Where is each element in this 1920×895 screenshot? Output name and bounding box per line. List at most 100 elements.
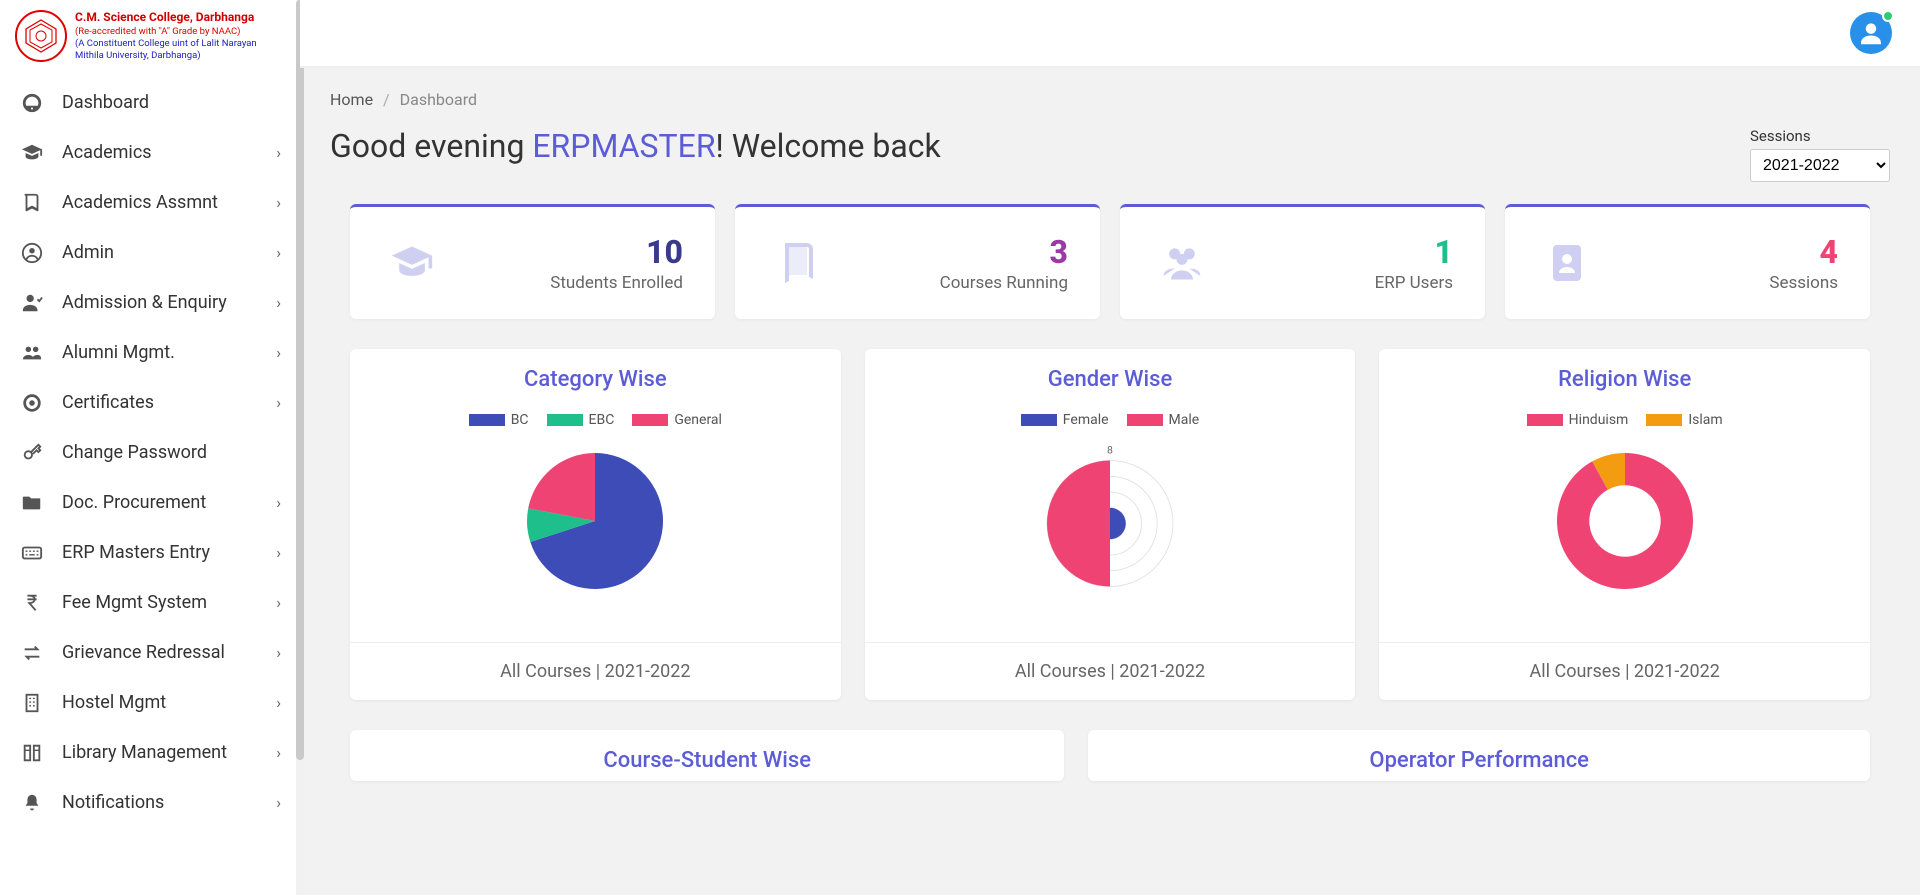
sidebar-item-certificates[interactable]: Certificates › [0,378,299,428]
legend-label: Female [1063,412,1109,428]
legend-swatch [469,414,505,426]
chart-card-category: Category WiseBCEBCGeneralAll Courses | 2… [350,349,841,700]
chevron-right-icon: › [276,743,281,762]
operator-performance-title: Operator Performance [1088,730,1870,781]
chart-body: BC EBC General [350,402,841,642]
chart-footer: All Courses | 2021-2022 [1379,642,1870,700]
folder-icon [20,492,44,514]
address-book-icon [1537,238,1597,288]
legend-item: General [632,412,722,428]
course-student-title: Course-Student Wise [350,730,1064,781]
sidebar-item-label: Certificates [62,392,154,413]
library-icon [20,742,44,764]
sessions-select[interactable]: 2021-2022 [1750,149,1890,182]
chevron-right-icon: › [276,143,281,162]
legend-item: Islam [1646,412,1722,428]
legend-item: BC [469,412,529,428]
sidebar-item-label: Dashboard [62,92,149,113]
sidebar-item-label: Change Password [62,442,207,463]
college-accreditation: (Re-accredited with "A" Grade by NAAC) [75,26,257,38]
chevron-right-icon: › [276,193,281,212]
sidebar-item-library-management[interactable]: Library Management› [0,728,299,778]
greeting-text: Good evening ERPMASTER! Welcome back [330,127,941,165]
greeting-username: ERPMASTER [532,127,715,165]
chart-card-gender: Gender WiseFemaleMale8All Courses | 2021… [865,349,1356,700]
sidebar-item-admission-enquiry[interactable]: Admission & Enquiry› [0,278,299,328]
chart-title: Religion Wise [1379,349,1870,402]
sidebar-item-academics-assmnt[interactable]: Academics Assmnt › [0,178,299,228]
breadcrumb-current: Dashboard [400,90,477,109]
logo-emblem [15,10,67,62]
college-name-line: C.M. Science College, Darbhanga [75,10,257,26]
sidebar-item-academics[interactable]: Academics› [0,128,299,178]
sidebar-item-label: Alumni Mgmt. [62,342,175,363]
legend-label: General [674,412,722,428]
sidebar-item-fee-mgmt-system[interactable]: Fee Mgmt System › [0,578,299,628]
breadcrumb-home[interactable]: Home [330,90,373,109]
topbar [300,0,1920,68]
legend-swatch [1527,414,1563,426]
sidebar-item-erp-masters-entry[interactable]: ERP Masters Entry› [0,528,299,578]
sidebar-item-dashboard[interactable]: Dashboard [0,78,299,128]
stat-label: Courses Running [940,273,1068,293]
legend-item: Female [1021,412,1109,428]
chart-title: Category Wise [350,349,841,402]
graduation-icon [382,238,442,288]
main-content: Home / Dashboard Good evening ERPMASTER!… [300,68,1920,895]
sidebar-item-label: Fee Mgmt System [62,592,207,613]
course-student-card: Course-Student Wise [350,730,1064,781]
stat-value: 3 [940,233,1068,271]
stat-card-erp-users: 1ERP Users [1120,204,1485,319]
chart-body: FemaleMale8 [865,402,1356,642]
sidebar-item-notifications[interactable]: Notifications› [0,778,299,828]
sidebar-item-label: Doc. Procurement [62,492,206,513]
sidebar-item-label: ERP Masters Entry [62,542,210,563]
chevron-right-icon: › [276,493,281,512]
sessions-control: Sessions 2021-2022 [1750,127,1890,182]
badge-icon [20,392,44,414]
stat-card-courses-running: 3Courses Running [735,204,1100,319]
college-university: Mithila University, Darbhanga) [75,50,257,62]
group-icon [20,342,44,364]
chevron-right-icon: › [276,393,281,412]
legend-item: EBC [547,412,615,428]
chevron-right-icon: › [276,793,281,812]
sidebar-item-alumni-mgmt-[interactable]: Alumni Mgmt.› [0,328,299,378]
legend-swatch [1021,414,1057,426]
user-avatar[interactable] [1850,12,1892,54]
stat-card-students-enrolled: 10Students Enrolled [350,204,715,319]
dashboard-icon [20,92,44,114]
chart-body: Hinduism Islam [1379,402,1870,642]
legend-label: Hinduism [1569,412,1629,428]
sidebar-item-doc-procurement[interactable]: Doc. Procurement › [0,478,299,528]
chevron-right-icon: › [276,593,281,612]
sidebar-item-grievance-redressal[interactable]: Grievance Redressal› [0,628,299,678]
exchange-icon [20,642,44,664]
key-icon [20,442,44,464]
chevron-right-icon: › [276,243,281,262]
group-icon [1152,238,1212,288]
chart-legend: BC EBC General [469,412,722,428]
operator-performance-card: Operator Performance [1088,730,1870,781]
stat-card-sessions: 4Sessions [1505,204,1870,319]
stats-row: 10Students Enrolled3Courses Running1ERP … [350,204,1870,319]
sidebar: C.M. Science College, Darbhanga (Re-accr… [0,0,300,895]
sidebar-item-admin[interactable]: Admin› [0,228,299,278]
rupee-icon [20,592,44,614]
stat-value: 10 [550,233,683,271]
breadcrumb-separator: / [383,90,390,109]
chart-title: Gender Wise [865,349,1356,402]
sidebar-item-change-password[interactable]: Change Password [0,428,299,478]
keyboard-icon [20,542,44,564]
legend-label: EBC [589,412,615,428]
stat-value: 1 [1375,233,1453,271]
chevron-right-icon: › [276,643,281,662]
greeting-suffix: ! Welcome back [716,127,941,165]
legend-swatch [1646,414,1682,426]
book-icon [20,192,44,214]
greeting-prefix: Good evening [330,127,532,165]
chevron-right-icon: › [276,693,281,712]
college-constituent: (A Constituent College uint of Lalit Nar… [75,38,257,50]
sidebar-item-hostel-mgmt[interactable]: Hostel Mgmt› [0,678,299,728]
sidebar-item-label: Academics Assmnt [62,192,218,213]
